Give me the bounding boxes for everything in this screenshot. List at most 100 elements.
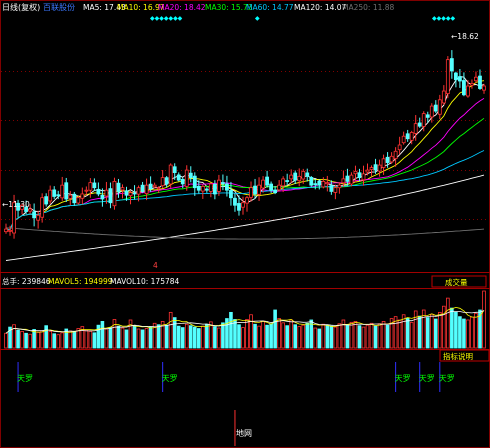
candle-body (405, 133, 410, 140)
candle-body (417, 122, 422, 127)
candle (108, 182, 113, 209)
candle-body (305, 172, 310, 177)
volume-indicator-button[interactable]: 成交量 (431, 275, 487, 288)
volume-bar (217, 327, 221, 349)
info-diamond-icon[interactable]: ◆ (255, 15, 260, 22)
candle-body (108, 188, 113, 204)
volume-bar (373, 325, 378, 349)
volume-bar (132, 325, 137, 349)
info-diamond-icon[interactable]: ◆◆◆◆◆ (432, 15, 455, 22)
candle-body (309, 177, 314, 186)
candle-body (425, 114, 430, 118)
candle-body (160, 177, 165, 186)
candle-body (241, 202, 245, 208)
volume-bar (325, 324, 330, 349)
candle (273, 186, 278, 195)
candle (389, 152, 394, 164)
volume-bar (108, 327, 113, 349)
candle-body (212, 183, 217, 195)
candle (64, 177, 69, 203)
candle-body (482, 85, 486, 91)
volume-bar (317, 328, 322, 349)
candle-body (449, 58, 454, 72)
candle-body (128, 192, 133, 196)
candle-body (84, 189, 89, 192)
indicator-help-button[interactable]: 指标说明 (439, 349, 490, 362)
volume-bar (40, 330, 44, 349)
info-diamonds[interactable]: ◆◆◆◆◆◆◆ ◆ ◆◆◆◆◆ (150, 15, 455, 22)
candle-body (265, 176, 269, 186)
candle-body (466, 85, 470, 97)
volume-bar (293, 324, 298, 349)
volume-bar (474, 312, 478, 349)
candle-body (180, 178, 185, 185)
candle-body (196, 185, 201, 191)
volume-bar (28, 333, 32, 349)
volume-bar (365, 324, 370, 349)
volume-bars (4, 290, 486, 349)
candle (176, 172, 181, 182)
candle-body (229, 190, 233, 199)
candle (233, 193, 237, 212)
candle-body (225, 183, 229, 191)
volume-bar (301, 324, 306, 349)
candle-body (192, 175, 197, 189)
ma10-line (5, 80, 485, 231)
volume-bar (192, 326, 197, 349)
volume-bar (100, 320, 105, 349)
volume-bar (433, 318, 438, 349)
candle (265, 170, 269, 188)
candle (48, 185, 53, 204)
ma120-label: MA120: 14.07 (294, 3, 347, 12)
bottom-signal-label: 地网 (236, 428, 252, 438)
candle (393, 147, 398, 167)
candle (192, 172, 197, 196)
candle-body (285, 180, 290, 182)
candle (96, 182, 101, 197)
candle (249, 181, 253, 202)
volume-bar (88, 330, 93, 349)
candle-body (301, 170, 306, 180)
volume-bar (466, 319, 470, 349)
candle (253, 178, 257, 199)
volume-bar (56, 334, 61, 349)
volume-bar (305, 322, 310, 349)
candle (277, 180, 282, 192)
stock-chart: 日线(复权) 百联股份 MA5: 17.43 MA10: 16.97 MA20:… (0, 0, 490, 448)
candle (168, 163, 173, 188)
candle (453, 71, 458, 88)
volume-bar (241, 327, 245, 349)
candle (4, 223, 8, 234)
indicator-help-label: 指标说明 (443, 351, 473, 361)
volume-bar (313, 327, 318, 349)
candle-body (397, 144, 402, 151)
candle-body (273, 189, 278, 194)
volume-bar (136, 328, 141, 349)
volume-bar (377, 323, 382, 349)
candle (470, 79, 474, 89)
candle (144, 178, 149, 201)
volume-header: 总手: 239846 MAVOL5: 194999 MAVOL10: 17578… (2, 276, 180, 286)
candle (104, 181, 109, 204)
candle-body (361, 173, 366, 181)
candle-body (281, 178, 286, 187)
candle-body (216, 179, 221, 192)
candle (36, 210, 41, 229)
volume-bar (285, 325, 289, 349)
panel-frames (0, 0, 490, 448)
volume-bar (140, 329, 145, 349)
candle-body (184, 169, 189, 187)
volume-bar (405, 317, 410, 349)
volume-bar (188, 325, 193, 349)
candle-body (64, 182, 69, 200)
ma60-label: MA60: 14.77 (246, 3, 294, 12)
candle-body (345, 175, 350, 182)
candle-body (269, 183, 274, 191)
candle (257, 177, 261, 201)
volume-bar (369, 322, 374, 349)
info-diamond-icon[interactable]: ◆◆◆◆◆◆◆ (150, 15, 183, 22)
candle (349, 172, 354, 187)
stock-name[interactable]: 百联股份 (43, 2, 75, 12)
candle (44, 193, 49, 207)
candlesticks (4, 50, 486, 239)
